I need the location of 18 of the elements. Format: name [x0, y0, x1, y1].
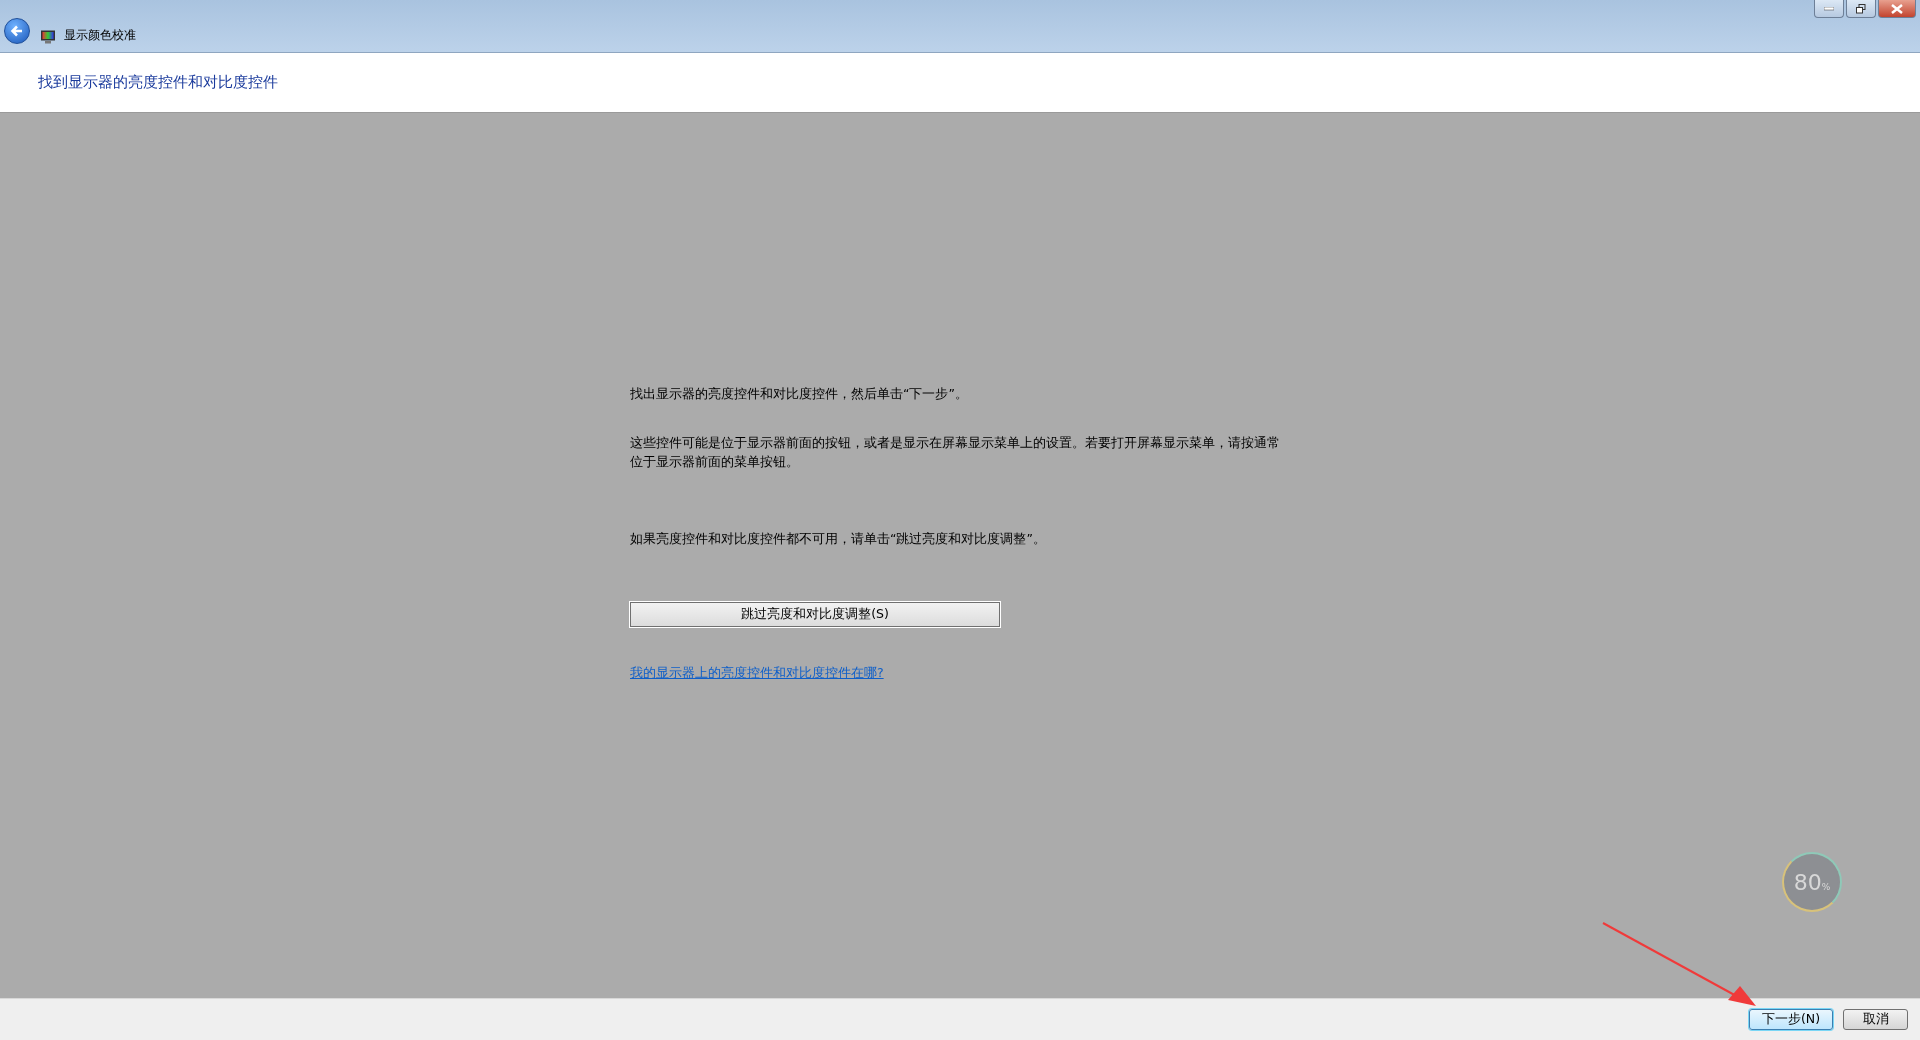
back-button[interactable]	[4, 18, 30, 44]
restore-icon	[1856, 3, 1866, 14]
cancel-button[interactable]: 取消	[1843, 1009, 1908, 1030]
gauge-unit: %	[1821, 882, 1831, 892]
minimize-icon	[1824, 6, 1834, 11]
window-title: 显示颜色校准	[64, 27, 136, 44]
monitor-icon	[40, 30, 56, 44]
restore-button[interactable]	[1846, 0, 1876, 18]
page-heading: 找到显示器的亮度控件和对比度控件	[38, 73, 278, 92]
close-button[interactable]	[1878, 0, 1916, 18]
gauge-value: 80	[1793, 869, 1822, 895]
next-button[interactable]: 下一步(N)	[1749, 1009, 1833, 1030]
instruction-text: 如果亮度控件和对比度控件都不可用，请单击“跳过亮度和对比度调整”。	[630, 530, 1047, 548]
skip-button[interactable]: 跳过亮度和对比度调整(S)	[630, 602, 1000, 627]
back-arrow-icon	[10, 24, 24, 38]
instruction-text: 这些控件可能是位于显示器前面的按钮，或者是显示在屏幕显示菜单上的设置。若要打开屏幕显示菜单，请按通常位于显示器前面的菜单按钮。	[630, 434, 1280, 471]
instruction-text: 找出显示器的亮度控件和对比度控件，然后单击“下一步”。	[630, 385, 969, 403]
close-icon	[1891, 3, 1903, 14]
